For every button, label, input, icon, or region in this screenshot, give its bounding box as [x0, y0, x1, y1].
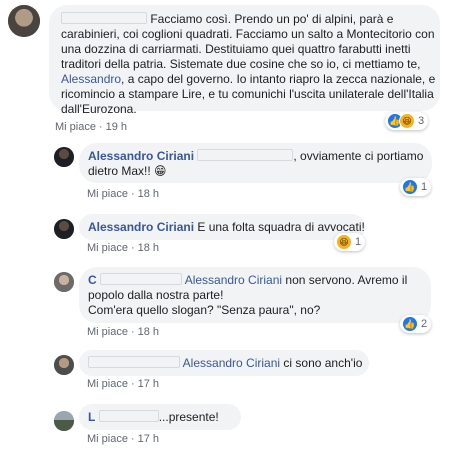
- separator-dot: ·: [130, 433, 135, 445]
- like-link[interactable]: Mi piace: [87, 188, 128, 200]
- comment-text: dall'Eurozona.: [61, 102, 137, 116]
- comment-text: E una folta squadra di avvocati!: [197, 220, 365, 234]
- mention-link[interactable]: Alessandro Ciriani: [183, 356, 280, 370]
- avatar[interactable]: [8, 5, 40, 37]
- author-name[interactable]: Alessandro Ciriani: [88, 220, 194, 234]
- haha-reaction-icon: 😆: [399, 113, 415, 129]
- like-link[interactable]: Mi piace: [55, 121, 96, 133]
- like-link[interactable]: Mi piace: [87, 378, 128, 390]
- comment-text: traditori della patria. Sistemate due co…: [61, 57, 421, 71]
- author-name[interactable]: Alessandro Ciriani: [88, 149, 194, 163]
- like-link[interactable]: Mi piace: [87, 326, 128, 338]
- comment-bubble: Facciamo così. Prendo un po' di alpini, …: [49, 5, 440, 116]
- reaction-count: 3: [418, 115, 425, 127]
- comment-bubble: Alessandro Ciriani , ovviamente ci porti…: [79, 143, 432, 183]
- comment-text: una dozzina di carriarmati. Destituiamo …: [61, 42, 411, 56]
- timestamp[interactable]: 17 h: [138, 433, 159, 445]
- reaction-count: 1: [355, 236, 362, 248]
- avatar[interactable]: [54, 355, 74, 375]
- timestamp[interactable]: 18 h: [138, 188, 159, 200]
- reactions-badge[interactable]: 👍 2: [400, 315, 432, 333]
- comment-text: dietro Max!! 😁: [88, 164, 167, 178]
- comment-text: non servono. Avremo il: [285, 273, 408, 287]
- comment-meta: Mi piace · 18 h: [87, 326, 159, 338]
- separator-dot: ·: [98, 121, 103, 133]
- comment-text: , ovviamente ci portiamo: [293, 149, 424, 163]
- redacted-name[interactable]: [100, 273, 183, 285]
- avatar[interactable]: [54, 411, 74, 431]
- avatar[interactable]: [54, 219, 74, 239]
- author-name[interactable]: L: [88, 410, 95, 424]
- timestamp[interactable]: 18 h: [138, 242, 159, 254]
- separator-dot: ·: [130, 326, 135, 338]
- separator-dot: ·: [130, 378, 135, 390]
- comment-bubble: Alessandro Ciriani E una folta squadra d…: [79, 214, 365, 240]
- like-reaction-icon: 👍: [402, 179, 418, 195]
- redacted-name[interactable]: [197, 149, 294, 161]
- comment-text: Facciamo così. Prendo un po' di alpini, …: [150, 12, 394, 26]
- comment-text: ci sono anch'io: [283, 356, 363, 370]
- mention-link[interactable]: Alessandro Ciriani: [185, 273, 282, 287]
- avatar[interactable]: [54, 272, 74, 292]
- reaction-count: 2: [421, 318, 428, 330]
- reaction-count: 1: [421, 181, 428, 193]
- reactions-badge[interactable]: 😆 1: [334, 233, 366, 251]
- timestamp[interactable]: 19 h: [106, 121, 127, 133]
- comment-bubble: C Alessandro Ciriani non servono. Avremo…: [79, 267, 431, 323]
- comment-text: ricomincio a stampare Lire, e tu comunic…: [61, 87, 434, 101]
- like-link[interactable]: Mi piace: [87, 433, 128, 445]
- comment-meta: Mi piace · 19 h: [55, 121, 127, 133]
- timestamp[interactable]: 18 h: [138, 326, 159, 338]
- comment-meta: Mi piace · 17 h: [87, 378, 159, 390]
- separator-dot: ·: [130, 188, 135, 200]
- avatar[interactable]: [54, 147, 74, 167]
- author-name[interactable]: C: [88, 273, 97, 287]
- comment-meta: Mi piace · 18 h: [87, 242, 159, 254]
- comment-text: carabinieri, coi coglioni quadrati. Facc…: [61, 27, 435, 41]
- comment-bubble: Alessandro Ciriani ci sono anch'io: [79, 350, 369, 376]
- haha-reaction-icon: 😆: [336, 234, 352, 250]
- comment-text: Com'era quello slogan? "Senza paura", no…: [88, 303, 321, 317]
- comment-text: a capo del governo. Io intanto riapro la…: [127, 72, 436, 86]
- like-reaction-icon: 👍: [402, 316, 418, 332]
- reactions-badge[interactable]: 👍 😆 3: [385, 112, 429, 130]
- reactions-badge[interactable]: 👍 1: [400, 178, 432, 196]
- comment-meta: Mi piace · 17 h: [87, 433, 159, 445]
- comment-text: ...presente!: [158, 410, 219, 424]
- redacted-name[interactable]: [98, 410, 159, 422]
- comment-meta: Mi piace · 18 h: [87, 188, 159, 200]
- redacted-name[interactable]: [88, 356, 180, 368]
- redacted-name[interactable]: [61, 12, 147, 24]
- timestamp[interactable]: 17 h: [138, 378, 159, 390]
- separator-dot: ·: [130, 242, 135, 254]
- like-link[interactable]: Mi piace: [87, 242, 128, 254]
- comment-text: popolo dalla nostra parte!: [88, 288, 224, 302]
- comment-bubble: L ...presente!: [79, 404, 241, 430]
- mention-link[interactable]: Alessandro: [61, 72, 121, 86]
